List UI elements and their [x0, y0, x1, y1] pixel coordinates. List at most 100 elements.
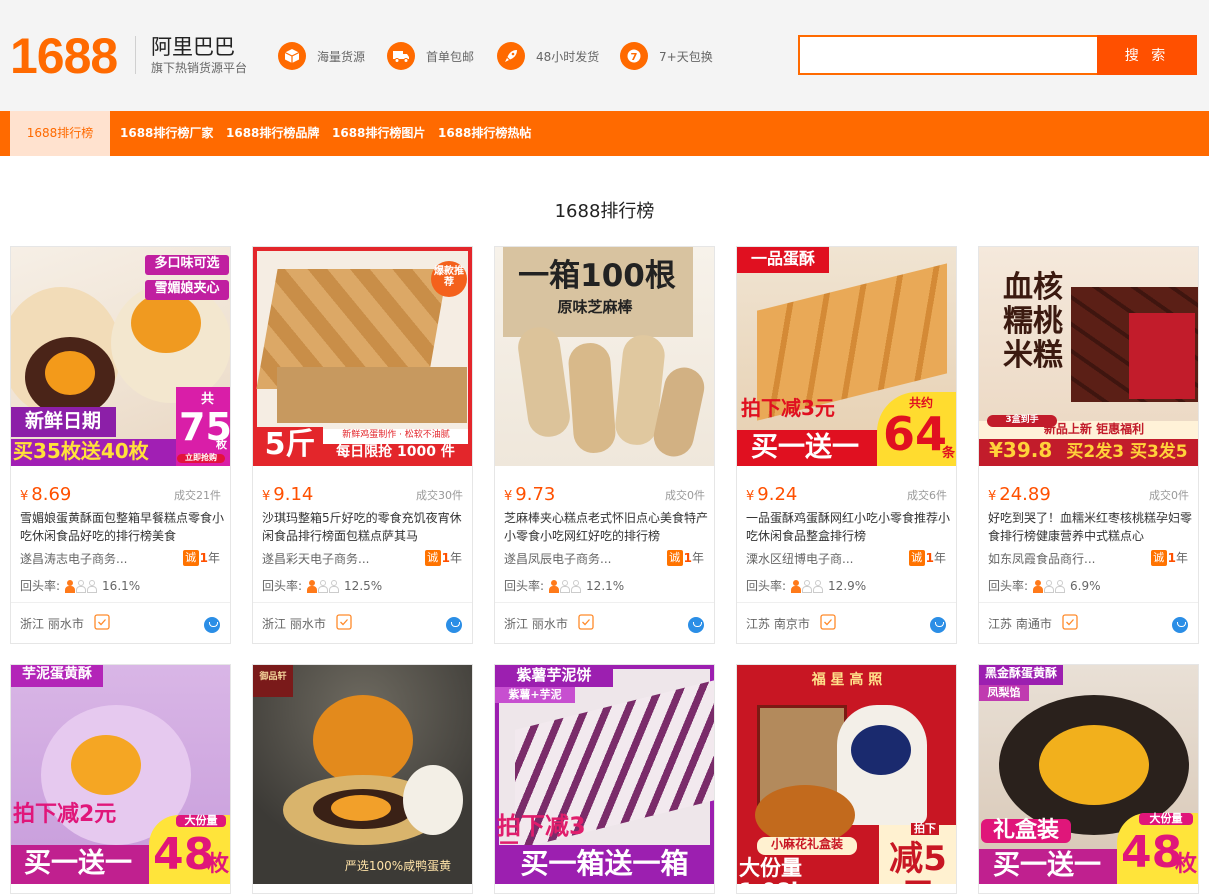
feature-bulk-supply: 海量货源	[278, 42, 365, 70]
shop-name[interactable]: 溧水区纽博电子商...	[746, 550, 896, 567]
art-text: 小麻花礼盒装	[770, 837, 843, 851]
nav-item-ranking[interactable]: 1688排行榜	[10, 111, 110, 156]
product-card[interactable]: 芋泥蛋黄酥 拍下减2元 买一送一 大份量 48 枚	[10, 664, 231, 894]
art-text: 买一送一	[993, 850, 1101, 881]
logo-divider	[135, 36, 136, 74]
cheng-icon: 诚	[908, 549, 925, 566]
verified-shield-icon[interactable]	[94, 614, 110, 630]
box-icon	[278, 42, 306, 70]
product-title[interactable]: 一品蛋酥鸡蛋酥网红小吃小零食推荐小吃休闲食品整盒排行榜	[746, 509, 950, 545]
art-text: 枚	[1175, 852, 1198, 877]
product-title[interactable]: 沙琪玛整箱5斤好吃的零食充饥夜宵休闲食品排行榜面包糕点萨其马	[262, 509, 466, 545]
wangwang-chat-icon[interactable]	[688, 617, 704, 633]
shop-name[interactable]: 遂昌彩天电子商务...	[262, 550, 412, 567]
product-image[interactable]: 爆款推荐 5斤 新鲜鸡蛋制作 · 松软不油腻 每日限抢 1000 件	[253, 247, 472, 466]
product-image[interactable]: 多口味可选 雪媚娘夹心 新鲜日期 买35枚送40枚 共 75 枚 立即抢购	[11, 247, 230, 466]
repeat-rate: 回头率: 12.9%	[746, 578, 867, 594]
art-text: 一品蛋酥	[750, 249, 815, 268]
product-card[interactable]: 血核 糯桃 米糕 新品上新 钜惠福利 3盒到手 ¥39.8 买2发3 买3发5 …	[978, 246, 1199, 644]
verified-shield-icon[interactable]	[1062, 614, 1078, 630]
wangwang-chat-icon[interactable]	[930, 617, 946, 633]
product-image[interactable]: 紫薯芋泥饼 紫薯+芋泥 拍下减3元 买一箱送一箱	[495, 665, 714, 884]
nav-item-hot-posts[interactable]: 1688排行榜热帖	[438, 111, 531, 156]
product-image[interactable]: 一品蛋酥 拍下减3元 买一送一 共约 64 条	[737, 247, 956, 466]
art-text: 买35枚送40枚	[13, 439, 149, 463]
art-text: 64	[883, 407, 948, 461]
verified-shield-icon[interactable]	[336, 614, 352, 630]
search-input[interactable]	[798, 35, 1098, 75]
verified-shield-icon[interactable]	[578, 614, 594, 630]
art-text: 拍下减2元	[13, 802, 117, 827]
nav-item-images[interactable]: 1688排行榜图片	[332, 111, 425, 156]
brand-name[interactable]: 阿里巴巴	[151, 34, 235, 60]
logo-1688[interactable]: 1688	[10, 28, 118, 84]
trust-badge: 诚1年	[908, 549, 946, 566]
wangwang-chat-icon[interactable]	[1172, 617, 1188, 633]
art-text: 一箱100根	[518, 258, 676, 294]
search-button[interactable]: 搜 索	[1097, 35, 1197, 75]
repeat-rate: 回头率: 12.5%	[262, 578, 383, 594]
wangwang-chat-icon[interactable]	[204, 617, 220, 633]
product-image[interactable]: 黑金酥蛋黄酥 凤梨馅 礼盒装 买一送一 大份量 48 枚	[979, 665, 1198, 884]
top-header: 1688 阿里巴巴 旗下热销货源平台 海量货源 首单包邮 48小时发货 7 7+…	[0, 0, 1209, 111]
svg-text:7: 7	[631, 52, 638, 63]
product-image[interactable]: 血核 糯桃 米糕 新品上新 钜惠福利 3盒到手 ¥39.8 买2发3 买3发5	[979, 247, 1198, 466]
wangwang-chat-icon[interactable]	[446, 617, 462, 633]
cheng-icon: 诚	[666, 549, 683, 566]
product-image[interactable]: 御品轩 严选100%咸鸭蛋黄	[253, 665, 472, 884]
product-price: ¥9.73	[504, 484, 556, 505]
art-text: 48	[153, 829, 215, 880]
art-text: 拍下	[911, 822, 939, 836]
product-card[interactable]: 一箱100根 原味芝麻棒 ¥9.73 成交0件 芝麻棒夹心糕点老式怀旧点心美食特…	[494, 246, 715, 644]
art-text: 御品轩	[259, 672, 287, 682]
truck-icon	[387, 42, 415, 70]
art-text: 严选100%咸鸭蛋黄	[344, 859, 452, 873]
art-text: 立即抢购	[177, 453, 225, 463]
art-text: 枚	[207, 852, 230, 877]
nav-item-brands[interactable]: 1688排行榜品牌	[226, 111, 319, 156]
repeat-rate-icon	[64, 579, 98, 593]
product-image[interactable]: 福 星 高 照 小麻花礼盒装 大份量1.08kg 拍下 减5元	[737, 665, 956, 884]
art-text: 糯桃	[1003, 304, 1063, 339]
feature-label: 海量货源	[317, 49, 366, 64]
art-text: 大份量	[1139, 812, 1193, 826]
product-card[interactable]: 多口味可选 雪媚娘夹心 新鲜日期 买35枚送40枚 共 75 枚 立即抢购 ¥8…	[10, 246, 231, 644]
product-card[interactable]: 一品蛋酥 拍下减3元 买一送一 共约 64 条 ¥9.24 成交6件 一品蛋酥鸡…	[736, 246, 957, 644]
art-text: 48	[1121, 827, 1183, 878]
product-image[interactable]: 芋泥蛋黄酥 拍下减2元 买一送一 大份量 48 枚	[11, 665, 230, 884]
art-text: 爆款推荐	[434, 266, 464, 288]
product-title[interactable]: 好吃到哭了！血糯米红枣核桃糕孕妇零食排行榜健康营养中式糕点心	[988, 509, 1192, 545]
location: 浙江 丽水市	[262, 617, 326, 631]
product-card[interactable]: 御品轩 严选100%咸鸭蛋黄	[252, 664, 473, 894]
product-card[interactable]: 黑金酥蛋黄酥 凤梨馅 礼盒装 买一送一 大份量 48 枚	[978, 664, 1199, 894]
art-text: 大份量1.08kg	[739, 856, 820, 884]
product-price: ¥24.89	[988, 484, 1051, 505]
product-image[interactable]: 一箱100根 原味芝麻棒	[495, 247, 714, 466]
repeat-rate: 回头率: 16.1%	[20, 578, 141, 594]
product-card[interactable]: 爆款推荐 5斤 新鲜鸡蛋制作 · 松软不油腻 每日限抢 1000 件 ¥9.14…	[252, 246, 473, 644]
trust-badge: 诚1年	[666, 549, 704, 566]
art-text: 每日限抢 1000 件	[336, 444, 455, 460]
art-text: 新鲜日期	[24, 410, 101, 432]
shop-name[interactable]: 遂昌凤辰电子商务...	[504, 550, 654, 567]
art-text: 雪媚娘夹心	[154, 281, 220, 296]
deal-count: 成交6件	[907, 489, 947, 502]
main-nav: 1688排行榜 1688排行榜厂家 1688排行榜品牌 1688排行榜图片 16…	[0, 111, 1209, 156]
product-card[interactable]: 福 星 高 照 小麻花礼盒装 大份量1.08kg 拍下 减5元	[736, 664, 957, 894]
repeat-rate-icon	[306, 579, 340, 593]
seven-icon: 7	[620, 42, 648, 70]
art-text: 枚	[216, 438, 227, 451]
shop-name[interactable]: 如东凤霞食品商行...	[988, 550, 1138, 567]
nav-item-factories[interactable]: 1688排行榜厂家	[120, 111, 213, 156]
art-text: 新鲜鸡蛋制作 · 松软不油腻	[342, 430, 450, 440]
art-text: 福 星 高 照	[811, 672, 883, 688]
feature-label: 48小时发货	[536, 49, 600, 64]
product-card[interactable]: 紫薯芋泥饼 紫薯+芋泥 拍下减3元 买一箱送一箱	[494, 664, 715, 894]
art-text: 大份量	[176, 814, 226, 828]
product-title[interactable]: 雪媚娘蛋黄酥面包整箱早餐糕点零食小吃休闲食品好吃的排行榜美食	[20, 509, 224, 545]
rocket-icon	[497, 42, 525, 70]
verified-shield-icon[interactable]	[820, 614, 836, 630]
card-divider	[253, 602, 472, 603]
product-title[interactable]: 芝麻棒夹心糕点老式怀旧点心美食特产小零食小吃网红好吃的排行榜	[504, 509, 708, 545]
shop-name[interactable]: 遂昌涛志电子商务...	[20, 550, 170, 567]
